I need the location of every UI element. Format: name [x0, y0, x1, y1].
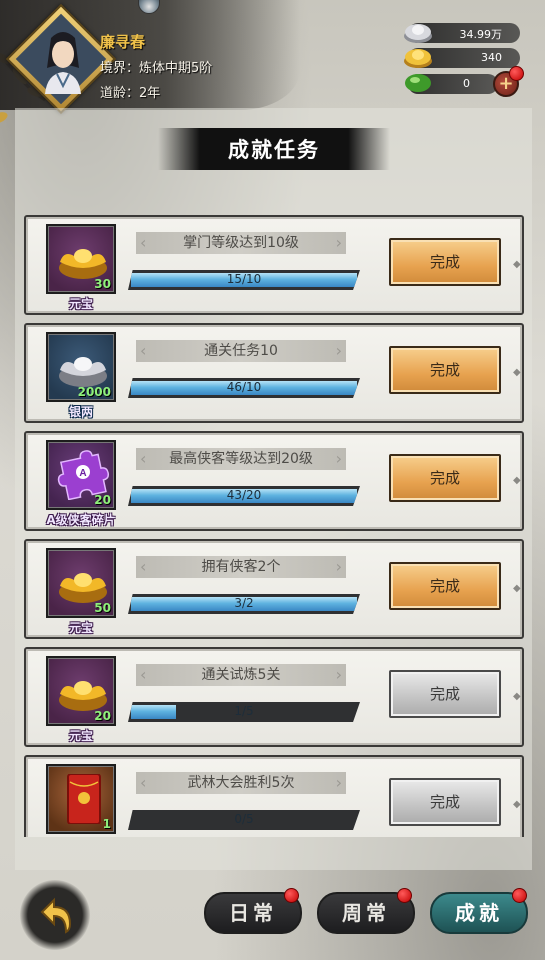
svg-text:A: A — [79, 468, 86, 479]
tab-weekly-notification-dot — [397, 888, 412, 903]
reward-slot[interactable]: 30 — [46, 224, 116, 294]
reward-name: A级侠客碎片 — [46, 513, 116, 527]
task-card: 1 武林大会胜利5次 0/5 完成 ◆ — [24, 755, 524, 837]
reward-slot[interactable]: 1 — [46, 764, 116, 834]
task-card: A 20 A级侠客碎片 最高侠客等级达到20级 43/20 完成 ◆ — [24, 431, 524, 531]
progress-bar: 15/10 — [128, 270, 360, 290]
complete-button[interactable]: 完成 — [389, 670, 501, 718]
complete-button[interactable]: 完成 — [389, 238, 501, 286]
silver-ingot-icon — [404, 24, 432, 43]
card-edge-ornament: ◆ — [513, 367, 521, 378]
reward-name: 元宝 — [68, 729, 93, 743]
gold-ingot-icon — [404, 49, 432, 68]
progress-text: 3/2 — [234, 596, 254, 610]
task-card: 30 元宝 掌门等级达到10级 15/10 完成 ◆ — [24, 215, 524, 315]
task-title: 通关试炼5关 — [136, 664, 346, 686]
progress-bar: 43/20 — [128, 486, 360, 506]
reward-quantity: 20 — [94, 709, 111, 723]
reward-name: 元宝 — [68, 621, 93, 635]
reward-name: 银两 — [68, 405, 93, 419]
complete-button[interactable]: 完成 — [389, 562, 501, 610]
reward-quantity: 20 — [94, 493, 111, 507]
gold-value: 340 — [481, 51, 502, 64]
jade-value: 0 — [463, 77, 470, 90]
progress-bar: 46/10 — [128, 378, 360, 398]
tab-achievements-notification-dot — [512, 888, 527, 903]
silver-currency: 34.99万 — [404, 23, 520, 43]
task-card: 20 元宝 通关试炼5关 1/5 完成 ◆ — [24, 647, 524, 747]
back-arrow-icon — [40, 897, 72, 934]
back-button[interactable] — [20, 880, 90, 950]
reward-quantity: 30 — [94, 277, 111, 291]
reward-slot[interactable]: 50 — [46, 548, 116, 618]
progress-text: 46/10 — [226, 380, 262, 394]
task-title: 通关任务10 — [136, 340, 346, 362]
task-title: 武林大会胜利5次 — [136, 772, 346, 794]
complete-button[interactable]: 完成 — [389, 346, 501, 394]
task-card: 2000 银两 通关任务10 46/10 完成 ◆ — [24, 323, 524, 423]
task-list[interactable]: 30 元宝 掌门等级达到10级 15/10 完成 ◆ 2000 银两 通关任务1… — [24, 215, 524, 837]
jade-currency: 0 — [405, 74, 498, 94]
progress-text: 1/5 — [234, 704, 254, 718]
card-edge-ornament: ◆ — [513, 259, 521, 270]
reward-slot[interactable]: 20 — [46, 656, 116, 726]
tab-daily-notification-dot — [284, 888, 299, 903]
silver-value: 34.99万 — [459, 28, 503, 41]
card-edge-ornament: ◆ — [513, 583, 521, 594]
gold-currency: 340 — [404, 48, 520, 68]
reward-quantity: 2000 — [77, 385, 111, 399]
progress-bar: 3/2 — [128, 594, 360, 614]
player-realm: 境界：炼体中期5阶 — [100, 61, 213, 76]
task-card: 50 元宝 拥有侠客2个 3/2 完成 ◆ — [24, 539, 524, 639]
avatar-portrait — [45, 32, 81, 94]
progress-text: 15/10 — [226, 272, 262, 286]
card-edge-ornament: ◆ — [513, 691, 521, 702]
complete-button[interactable]: 完成 — [389, 454, 501, 502]
progress-bar: 1/5 — [128, 702, 360, 722]
task-title: 拥有侠客2个 — [136, 556, 346, 578]
jade-icon — [405, 74, 431, 92]
card-edge-ornament: ◆ — [513, 799, 521, 810]
page-title: 成就任务 — [228, 138, 320, 162]
player-name: 廉寻春 — [100, 33, 146, 51]
card-edge-ornament: ◆ — [513, 475, 521, 486]
progress-text: 43/20 — [226, 488, 262, 502]
complete-button[interactable]: 完成 — [389, 778, 501, 826]
task-title: 掌门等级达到10级 — [136, 232, 346, 254]
reward-slot[interactable]: A 20 — [46, 440, 116, 510]
reward-name: 元宝 — [68, 297, 93, 311]
player-age: 道龄：2年 — [100, 86, 161, 101]
title-banner: 成就任务 — [158, 128, 390, 170]
reward-slot[interactable]: 2000 — [46, 332, 116, 402]
progress-text: 0/5 — [234, 812, 254, 826]
reward-quantity: 50 — [94, 601, 111, 615]
reward-quantity: 1 — [102, 817, 111, 831]
progress-bar: 0/5 — [128, 810, 360, 830]
task-title: 最高侠客等级达到20级 — [136, 448, 346, 470]
notification-dot — [509, 66, 524, 81]
